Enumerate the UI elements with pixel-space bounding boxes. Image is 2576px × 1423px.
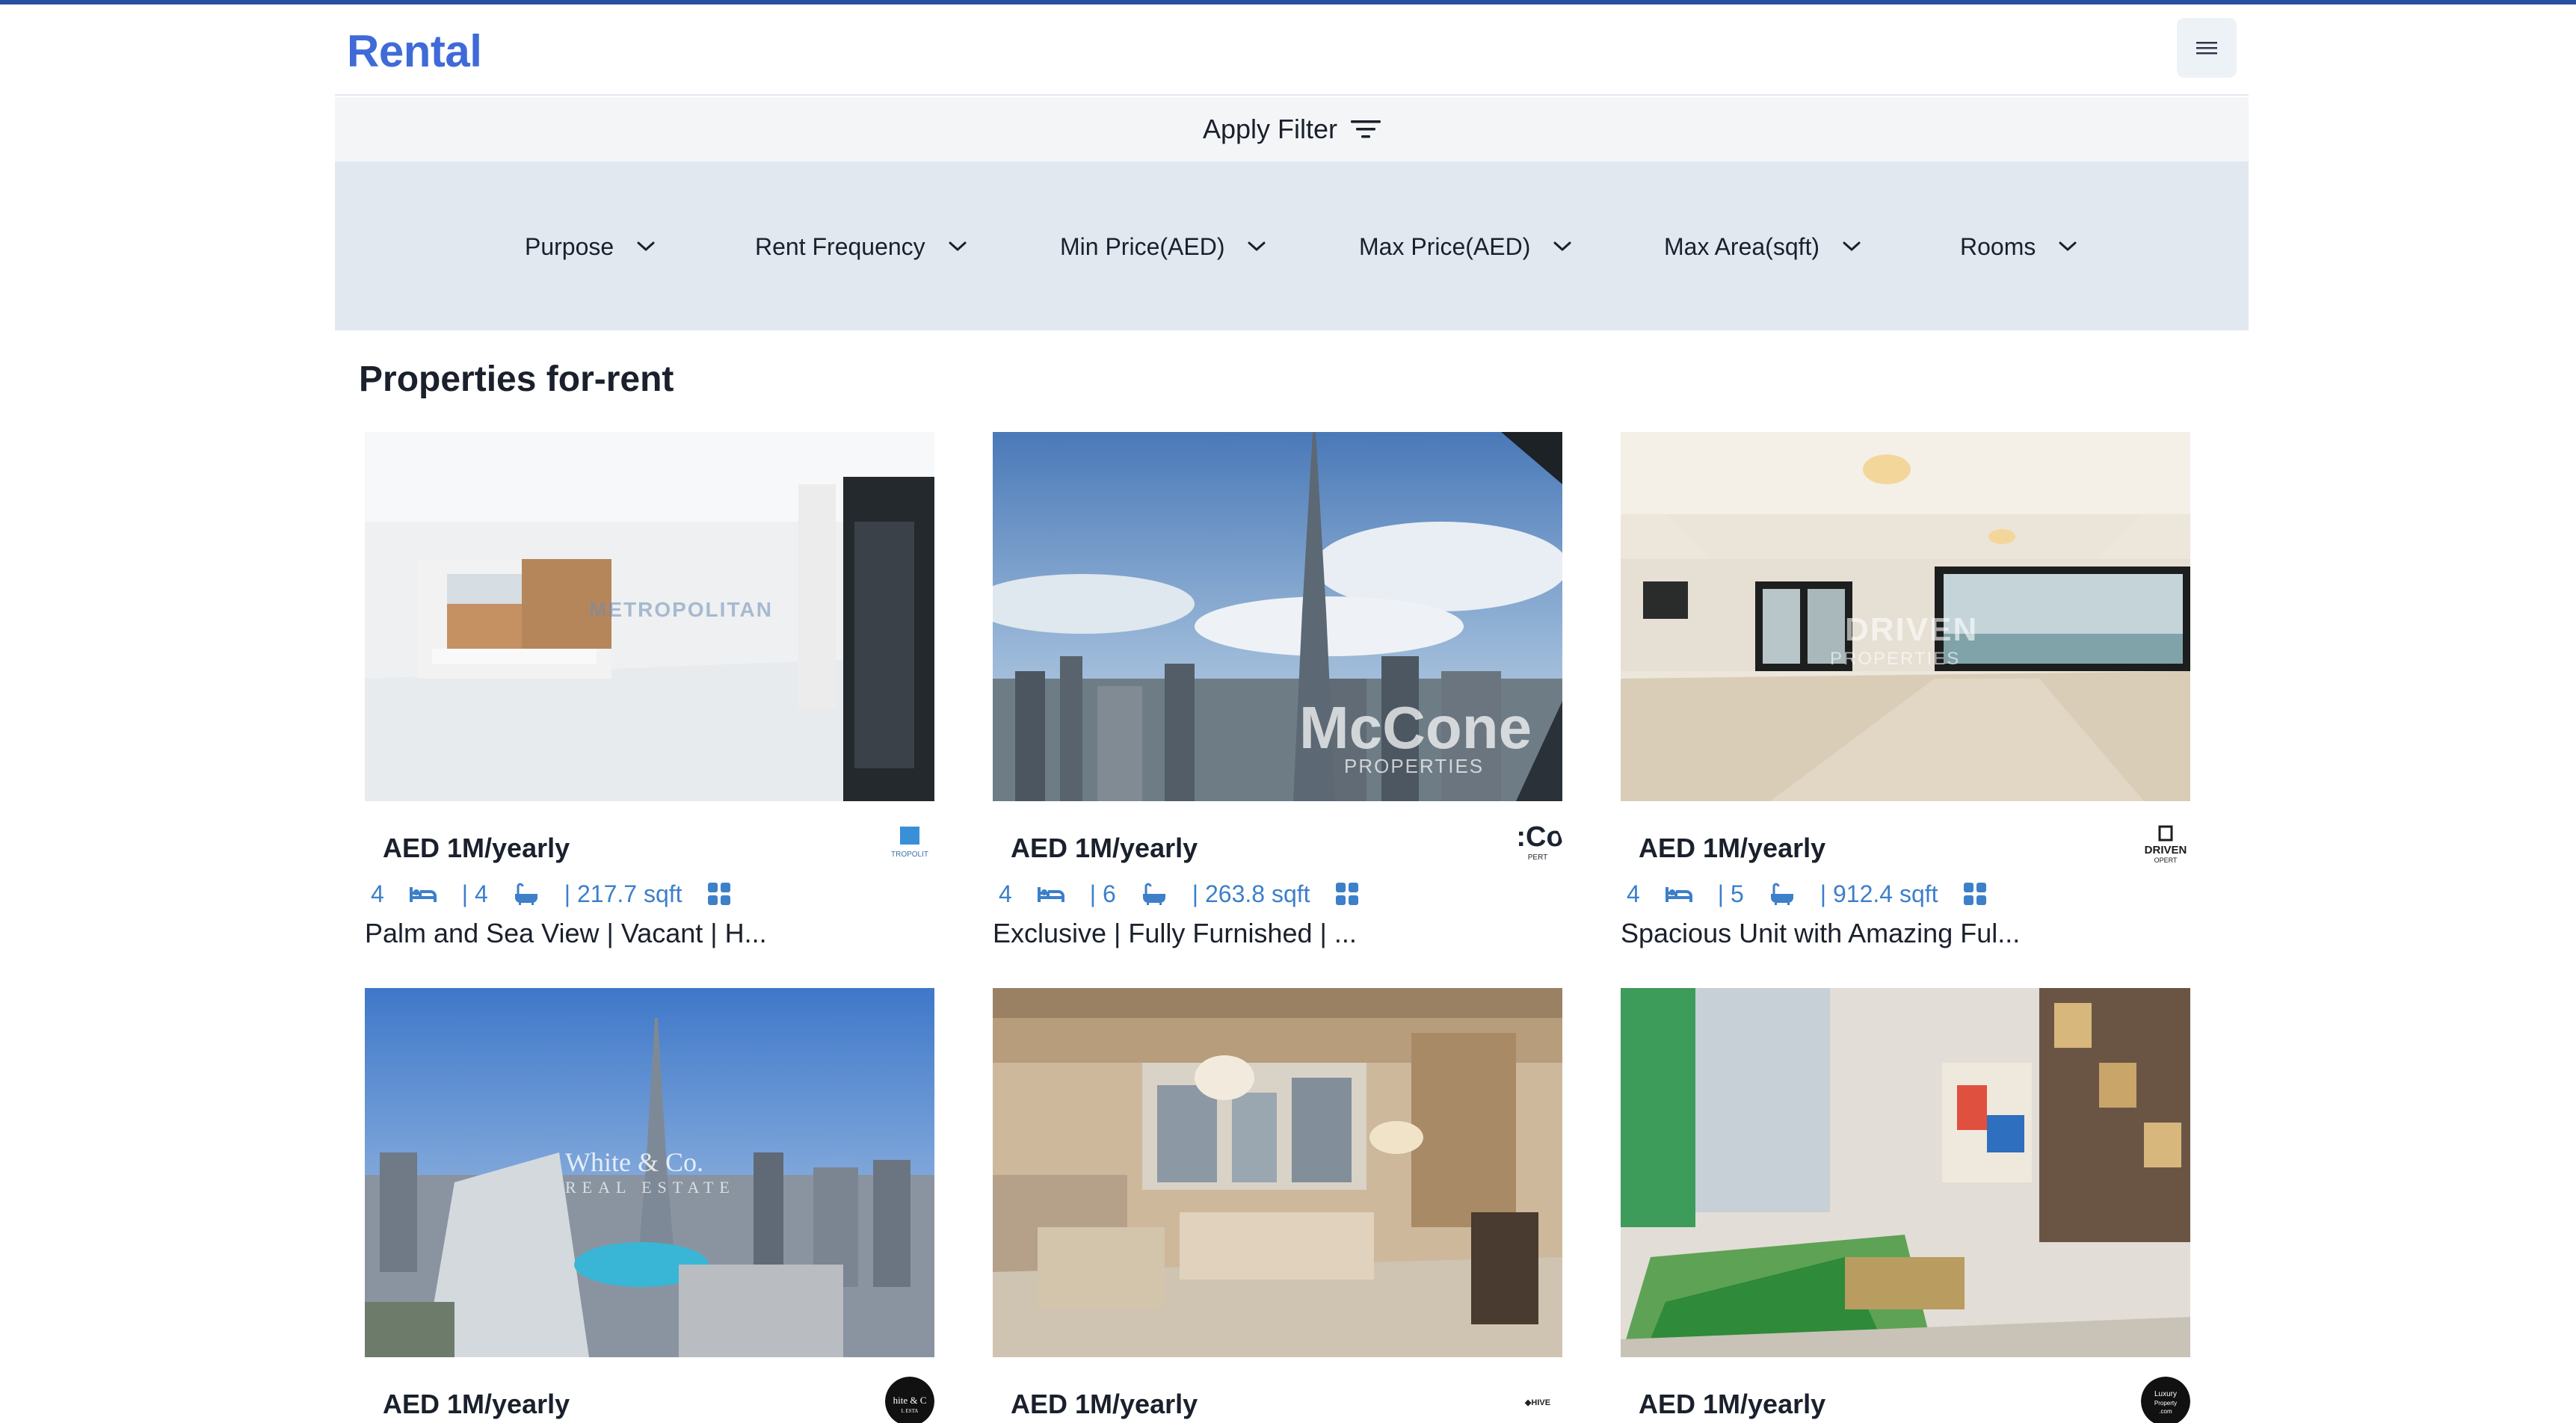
rooms-select-label: Rooms	[1960, 232, 2036, 260]
svg-text:OPERT: OPERT	[2154, 856, 2178, 864]
svg-text:PERT: PERT	[1528, 854, 1548, 862]
property-card[interactable]: AED 1M/yearly Luxury Property .com	[1621, 988, 2190, 1423]
bathtub-icon	[1769, 883, 1795, 905]
property-price: AED 1M/yearly	[383, 1389, 570, 1419]
svg-text:Property: Property	[2154, 1400, 2177, 1407]
apply-filter-label: Apply Filter	[1202, 114, 1338, 144]
property-card[interactable]: White & Co. REAL ESTATE AED 1M/yearly hi…	[365, 988, 934, 1423]
apply-filter-toggle[interactable]: Apply Filter	[335, 97, 2249, 163]
hive-logo: ◆HIVE	[1513, 1377, 1562, 1423]
mccone-logo: :Co PERT	[1513, 821, 1562, 870]
chevron-down-icon	[637, 241, 655, 251]
chevron-down-icon	[949, 241, 967, 251]
bathtub-icon	[514, 883, 539, 905]
svg-text:.com: .com	[2159, 1408, 2172, 1415]
area-value: | 912.4 sqft	[1819, 880, 1938, 907]
driven-logo: DRIVEN OPERT	[2141, 821, 2190, 870]
property-card[interactable]: DRIVEN PROPERTIES AED 1M/yearly DRIVEN O…	[1621, 432, 2190, 955]
photo-watermark: McCone	[1299, 694, 1532, 761]
property-price: AED 1M/yearly	[1639, 1389, 1826, 1419]
bathtub-icon	[1141, 883, 1167, 905]
rooms-count: 4	[371, 880, 384, 907]
hamburger-menu-button[interactable]	[2177, 18, 2237, 78]
svg-text::Co: :Co	[1516, 821, 1562, 853]
hamburger-menu-icon	[2196, 42, 2217, 55]
property-price: AED 1M/yearly	[383, 833, 570, 863]
rent-frequency-select[interactable]: Rent Frequency	[755, 224, 967, 269]
baths-count: | 5	[1717, 880, 1744, 907]
max-price-select[interactable]: Max Price(AED)	[1359, 224, 1572, 269]
area-value: | 217.7 sqft	[564, 880, 682, 907]
chevron-down-icon	[1843, 241, 1861, 251]
property-photo[interactable]: White & Co. REAL ESTATE	[365, 988, 934, 1357]
photo-watermark-sub: REAL ESTATE	[565, 1178, 736, 1197]
luxury-property-logo: Luxury Property .com	[2141, 1377, 2190, 1423]
baths-count: | 4	[461, 880, 488, 907]
max-area-select[interactable]: Max Area(sqft)	[1664, 224, 1861, 269]
baths-count: | 6	[1089, 880, 1116, 907]
purpose-select-label: Purpose	[525, 232, 614, 260]
photo-watermark-sub: PROPERTIES	[1830, 649, 1961, 669]
metropolitan-logo: TROPOLIT	[885, 821, 934, 870]
photo-watermark: White & Co.	[565, 1147, 703, 1177]
property-photo[interactable]: DRIVEN PROPERTIES	[1621, 432, 2190, 801]
property-stats: 4 | 6 | 263.8 sqft	[999, 877, 1384, 910]
property-card[interactable]: AED 1M/yearly ◆HIVE	[993, 988, 1562, 1423]
property-price: AED 1M/yearly	[1011, 1389, 1198, 1419]
max-price-select-label: Max Price(AED)	[1359, 232, 1531, 260]
property-stats: 4 | 4 | 217.7 sqft	[371, 877, 756, 910]
section-title: Properties for-rent	[359, 359, 674, 399]
svg-text:◆HIVE: ◆HIVE	[1524, 1398, 1550, 1407]
rooms-count: 4	[1627, 880, 1640, 907]
svg-text:DRIVEN: DRIVEN	[2145, 844, 2187, 856]
property-title[interactable]: Palm and Sea View | Vacant | H...	[365, 918, 767, 949]
bed-icon	[1665, 883, 1692, 905]
filter-bar: Purpose Rent Frequency Min Price(AED) Ma…	[335, 163, 2249, 330]
bed-icon	[409, 883, 437, 905]
grid-icon	[1335, 883, 1358, 905]
white-and-co-logo: hite & C L ESTA	[885, 1377, 934, 1423]
property-photo[interactable]	[1621, 988, 2190, 1357]
property-price: AED 1M/yearly	[1011, 833, 1198, 863]
svg-text:L ESTA: L ESTA	[902, 1408, 919, 1414]
purpose-select[interactable]: Purpose	[525, 224, 656, 269]
photo-watermark-sub: PROPERTIES	[1344, 755, 1485, 777]
min-price-select-label: Min Price(AED)	[1060, 232, 1225, 260]
property-photo[interactable]	[993, 988, 1562, 1357]
property-photo[interactable]: METROPOLITAN	[365, 432, 934, 801]
property-card[interactable]: McCone PROPERTIES AED 1M/yearly :Co PERT…	[993, 432, 1562, 955]
brand-logo[interactable]: Rental	[347, 25, 482, 77]
photo-watermark: METROPOLITAN	[589, 598, 773, 621]
bed-icon	[1037, 883, 1064, 905]
svg-text:Luxury: Luxury	[2154, 1390, 2177, 1398]
photo-watermark: DRIVEN	[1845, 611, 1979, 648]
navbar: Rental	[335, 4, 2249, 96]
chevron-down-icon	[1553, 241, 1571, 251]
chevron-down-icon	[2059, 241, 2077, 251]
property-stats: 4 | 5 | 912.4 sqft	[1627, 877, 2012, 910]
property-title[interactable]: Exclusive | Fully Furnished | ...	[993, 918, 1357, 949]
grid-icon	[707, 883, 730, 905]
property-price: AED 1M/yearly	[1639, 833, 1826, 863]
rooms-count: 4	[999, 880, 1012, 907]
property-photo[interactable]: McCone PROPERTIES	[993, 432, 1562, 801]
property-card[interactable]: METROPOLITAN AED 1M/yearly TROPOLIT 4 | …	[365, 432, 934, 955]
svg-text:hite & C: hite & C	[893, 1395, 927, 1406]
rooms-select[interactable]: Rooms	[1960, 224, 2077, 269]
area-value: | 263.8 sqft	[1192, 880, 1310, 907]
filter-lines-icon	[1351, 120, 1381, 138]
svg-text:TROPOLIT: TROPOLIT	[891, 851, 928, 859]
max-area-select-label: Max Area(sqft)	[1664, 232, 1820, 260]
property-title[interactable]: Spacious Unit with Amazing Ful...	[1621, 918, 2020, 949]
grid-icon	[1963, 883, 1986, 905]
min-price-select[interactable]: Min Price(AED)	[1060, 224, 1266, 269]
chevron-down-icon	[1248, 241, 1266, 251]
rent-frequency-select-label: Rent Frequency	[755, 232, 925, 260]
